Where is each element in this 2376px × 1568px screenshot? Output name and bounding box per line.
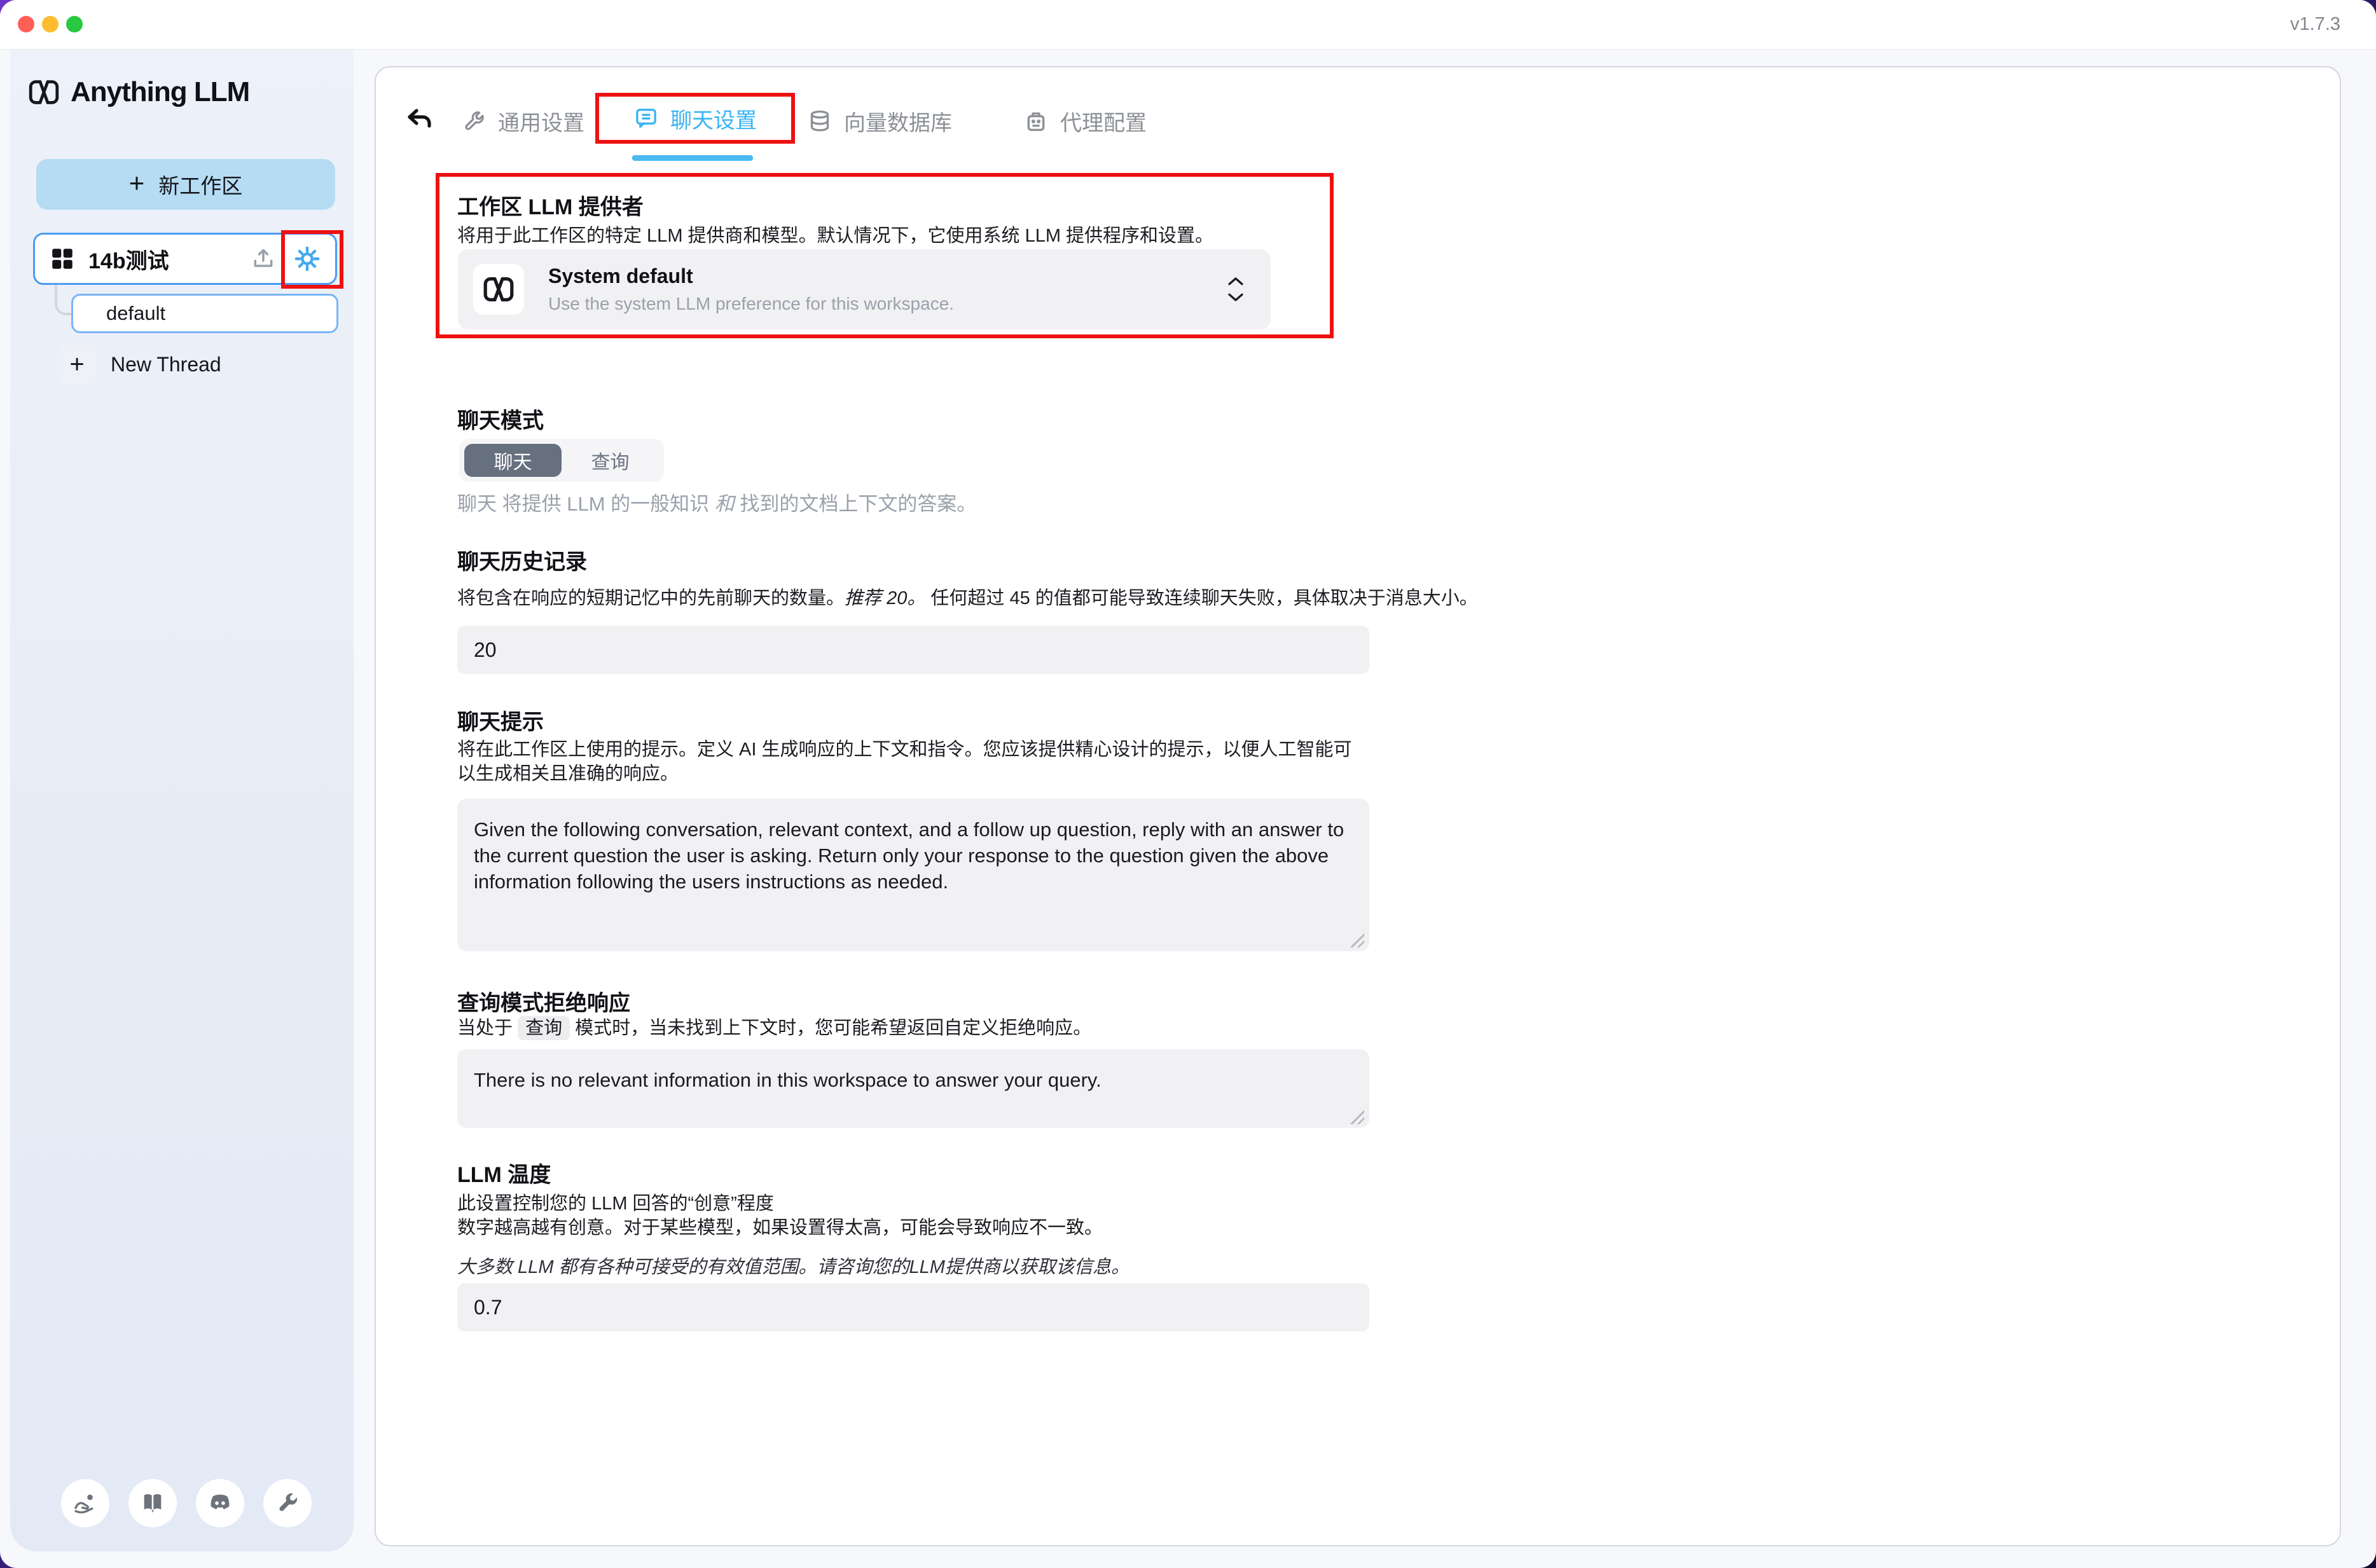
anythingllm-logo-icon — [482, 275, 515, 303]
tab-chat-settings[interactable]: 聊天设置 — [595, 93, 795, 144]
new-thread-label: New Thread — [111, 353, 221, 376]
resize-handle[interactable] — [1350, 933, 1364, 947]
chat-bubble-icon — [633, 106, 659, 131]
provider-selected-name: System default — [548, 265, 954, 288]
wrench-icon — [275, 1490, 300, 1516]
titlebar: v1.7.3 — [0, 0, 2376, 50]
anythingllm-logo-icon — [27, 78, 60, 106]
tab-label: 向量数据库 — [844, 106, 952, 137]
new-workspace-button[interactable]: + 新工作区 — [36, 159, 335, 210]
tab-label: 通用设置 — [498, 106, 584, 137]
provider-section-description: 将用于此工作区的特定 LLM 提供商和模型。默认情况下，它使用系统 LLM 提供… — [457, 224, 1213, 248]
query-refusal-title: 查询模式拒绝响应 — [457, 986, 630, 1017]
app-version: v1.7.3 — [2290, 14, 2340, 35]
tab-agent-configuration[interactable]: 代理配置 — [1023, 106, 1147, 137]
sidebar: Anything LLM + 新工作区 14b测试 def — [10, 50, 354, 1551]
close-window-button[interactable] — [18, 16, 34, 32]
thread-item-default[interactable]: default — [71, 294, 338, 333]
back-button[interactable] — [404, 104, 437, 137]
plus-icon: + — [57, 345, 97, 384]
chat-mode-option-query[interactable]: 查询 — [562, 444, 659, 477]
chevron-up-down-icon[interactable] — [1226, 276, 1245, 303]
new-thread-button[interactable]: + New Thread — [57, 343, 221, 385]
temperature-description-line2: 数字越高越有创意。对于某些模型，如果设置得太高，可能会导致响应不一致。 — [457, 1216, 1103, 1240]
database-icon — [807, 109, 832, 134]
llm-provider-select[interactable]: System default Use the system LLM prefer… — [458, 249, 1271, 329]
chat-mode-description: 聊天 将提供 LLM 的一般知识 和 找到的文档上下文的答案。 — [457, 492, 976, 516]
tab-label: 代理配置 — [1060, 106, 1147, 137]
chat-mode-option-chat[interactable]: 聊天 — [464, 444, 562, 477]
grid-icon — [49, 245, 76, 272]
temperature-input[interactable] — [457, 1283, 1369, 1331]
query-refusal-textarea[interactable]: There is no relevant information in this… — [457, 1049, 1369, 1128]
thread-name: default — [106, 302, 165, 325]
support-button[interactable] — [61, 1479, 109, 1527]
app-window: v1.7.3 Anything LLM + 新工作区 14b测试 — [0, 0, 2376, 1568]
chat-history-title: 聊天历史记录 — [457, 544, 587, 575]
tab-vector-database[interactable]: 向量数据库 — [807, 106, 952, 137]
chat-mode-title: 聊天模式 — [457, 403, 544, 434]
chat-history-description: 将包含在响应的短期记忆中的先前聊天的数量。推荐 20。 任何超过 45 的值都可… — [457, 586, 1478, 610]
tab-label: 聊天设置 — [670, 103, 757, 134]
chat-prompt-textarea[interactable]: Given the following conversation, releva… — [457, 799, 1369, 951]
discord-button[interactable] — [196, 1479, 244, 1527]
sidebar-footer — [61, 1479, 312, 1527]
brand-name: Anything LLM — [71, 76, 249, 108]
brand: Anything LLM — [27, 76, 249, 108]
provider-logo-tile — [473, 264, 524, 315]
upload-icon[interactable] — [251, 247, 275, 271]
new-workspace-label: 新工作区 — [158, 169, 242, 200]
chat-history-input[interactable] — [457, 626, 1369, 674]
tab-general-settings[interactable]: 通用设置 — [461, 106, 584, 137]
temperature-title: LLM 温度 — [457, 1157, 551, 1188]
active-tab-underline — [632, 155, 753, 161]
query-refusal-description: 当处于 查询 模式时，当未找到上下文时，您可能希望返回自定义拒绝响应。 — [457, 1016, 1091, 1040]
query-mode-badge: 查询 — [518, 1016, 570, 1040]
provider-section-title: 工作区 LLM 提供者 — [457, 189, 644, 221]
back-icon — [404, 106, 434, 136]
plus-icon: + — [129, 170, 145, 196]
temperature-description-line1: 此设置控制您的 LLM 回答的“创意”程度 — [457, 1192, 774, 1216]
settings-button[interactable] — [263, 1479, 312, 1527]
provider-selected-description: Use the system LLM preference for this w… — [548, 294, 954, 314]
docs-icon — [140, 1490, 165, 1516]
resize-handle[interactable] — [1350, 1110, 1364, 1124]
support-icon — [73, 1490, 98, 1516]
zoom-window-button[interactable] — [66, 16, 83, 32]
chat-prompt-field: Given the following conversation, releva… — [457, 799, 1369, 951]
settings-card: 通用设置 聊天设置 向量数据库 — [375, 66, 2341, 1546]
chat-mode-toggle: 聊天 查询 — [459, 439, 664, 482]
wrench-icon — [461, 109, 487, 134]
gear-icon[interactable] — [293, 245, 321, 273]
workspace-name: 14b测试 — [88, 244, 169, 275]
discord-icon — [207, 1490, 233, 1516]
temperature-note: 大多数 LLM 都有各种可接受的有效值范围。请咨询您的LLM提供商以获取该信息。 — [457, 1255, 1129, 1279]
chat-prompt-title: 聊天提示 — [457, 705, 544, 736]
workspace-row[interactable]: 14b测试 — [33, 233, 337, 285]
minimize-window-button[interactable] — [42, 16, 59, 32]
query-refusal-field: There is no relevant information in this… — [457, 1049, 1369, 1128]
docs-button[interactable] — [128, 1479, 177, 1527]
robot-icon — [1023, 109, 1049, 134]
chat-prompt-description: 将在此工作区上使用的提示。定义 AI 生成响应的上下文和指令。您应该提供精心设计… — [457, 738, 1363, 786]
